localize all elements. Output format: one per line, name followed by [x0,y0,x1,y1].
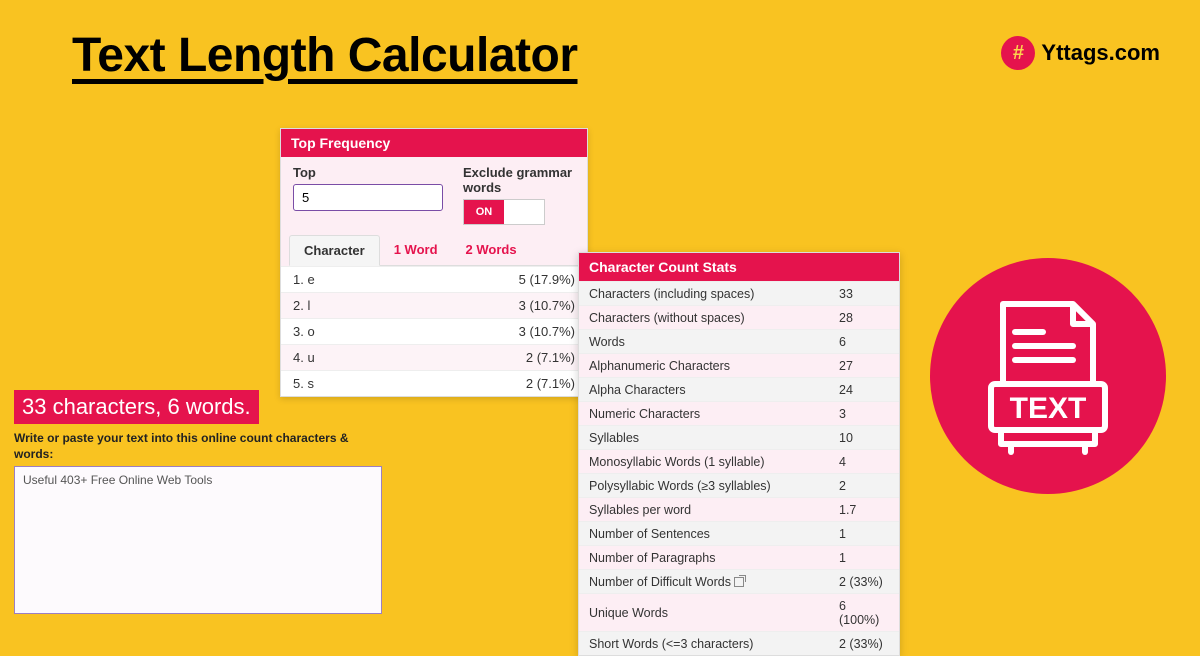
stats-header: Character Count Stats [579,253,899,281]
table-row: Numeric Characters3 [579,402,899,426]
table-row: Alphanumeric Characters27 [579,354,899,378]
stats-panel: Character Count Stats Characters (includ… [578,252,900,656]
stats-table: Characters (including spaces)33Character… [579,281,899,655]
tab-1-word[interactable]: 1 Word [380,235,452,265]
brand-name: Yttags.com [1041,40,1160,66]
hashtag-icon: # [1001,36,1035,70]
table-row: Polysyllabic Words (≥3 syllables)2 [579,474,899,498]
top-frequency-panel: Top Frequency Top Exclude grammar words … [280,128,588,397]
top-label: Top [293,165,443,180]
toggle-on-label: ON [464,200,504,224]
table-row: 4. u2 (7.1%) [281,345,587,371]
table-row: Monosyllabic Words (1 syllable)4 [579,450,899,474]
table-row: Alpha Characters24 [579,378,899,402]
top-input[interactable] [293,184,443,211]
tab-2-words[interactable]: 2 Words [452,235,531,265]
exclude-grammar-label: Exclude grammar words [463,165,575,195]
table-row: Characters (without spaces)28 [579,306,899,330]
table-row: Syllables10 [579,426,899,450]
badge-text: TEXT [1010,392,1087,425]
page-title: Text Length Calculator [72,28,578,83]
table-row: Number of Difficult Words2 (33%) [579,570,899,594]
frequency-tabs: Character 1 Word 2 Words [289,235,579,266]
text-file-icon: TEXT [973,296,1123,456]
table-row: Words6 [579,330,899,354]
external-link-icon[interactable] [734,577,744,587]
tab-character[interactable]: Character [289,235,380,266]
text-badge: TEXT [930,258,1166,494]
brand[interactable]: # Yttags.com [1001,36,1160,70]
table-row: Short Words (<=3 characters)2 (33%) [579,632,899,656]
table-row: 1. e5 (17.9%) [281,267,587,293]
text-input[interactable] [14,466,382,614]
counter-instruction: Write or paste your text into this onlin… [14,430,382,462]
table-row: Number of Paragraphs1 [579,546,899,570]
table-row: 2. l3 (10.7%) [281,293,587,319]
table-row: Unique Words6 (100%) [579,594,899,632]
frequency-table: 1. e5 (17.9%) 2. l3 (10.7%) 3. o3 (10.7%… [281,266,587,396]
table-row: Number of Sentences1 [579,522,899,546]
exclude-grammar-toggle[interactable]: ON [463,199,545,225]
counter-panel: 33 characters, 6 words. Write or paste y… [14,390,382,619]
count-banner: 33 characters, 6 words. [14,390,259,424]
table-row: Characters (including spaces)33 [579,282,899,306]
top-frequency-header: Top Frequency [281,129,587,157]
table-row: Syllables per word1.7 [579,498,899,522]
table-row: 3. o3 (10.7%) [281,319,587,345]
